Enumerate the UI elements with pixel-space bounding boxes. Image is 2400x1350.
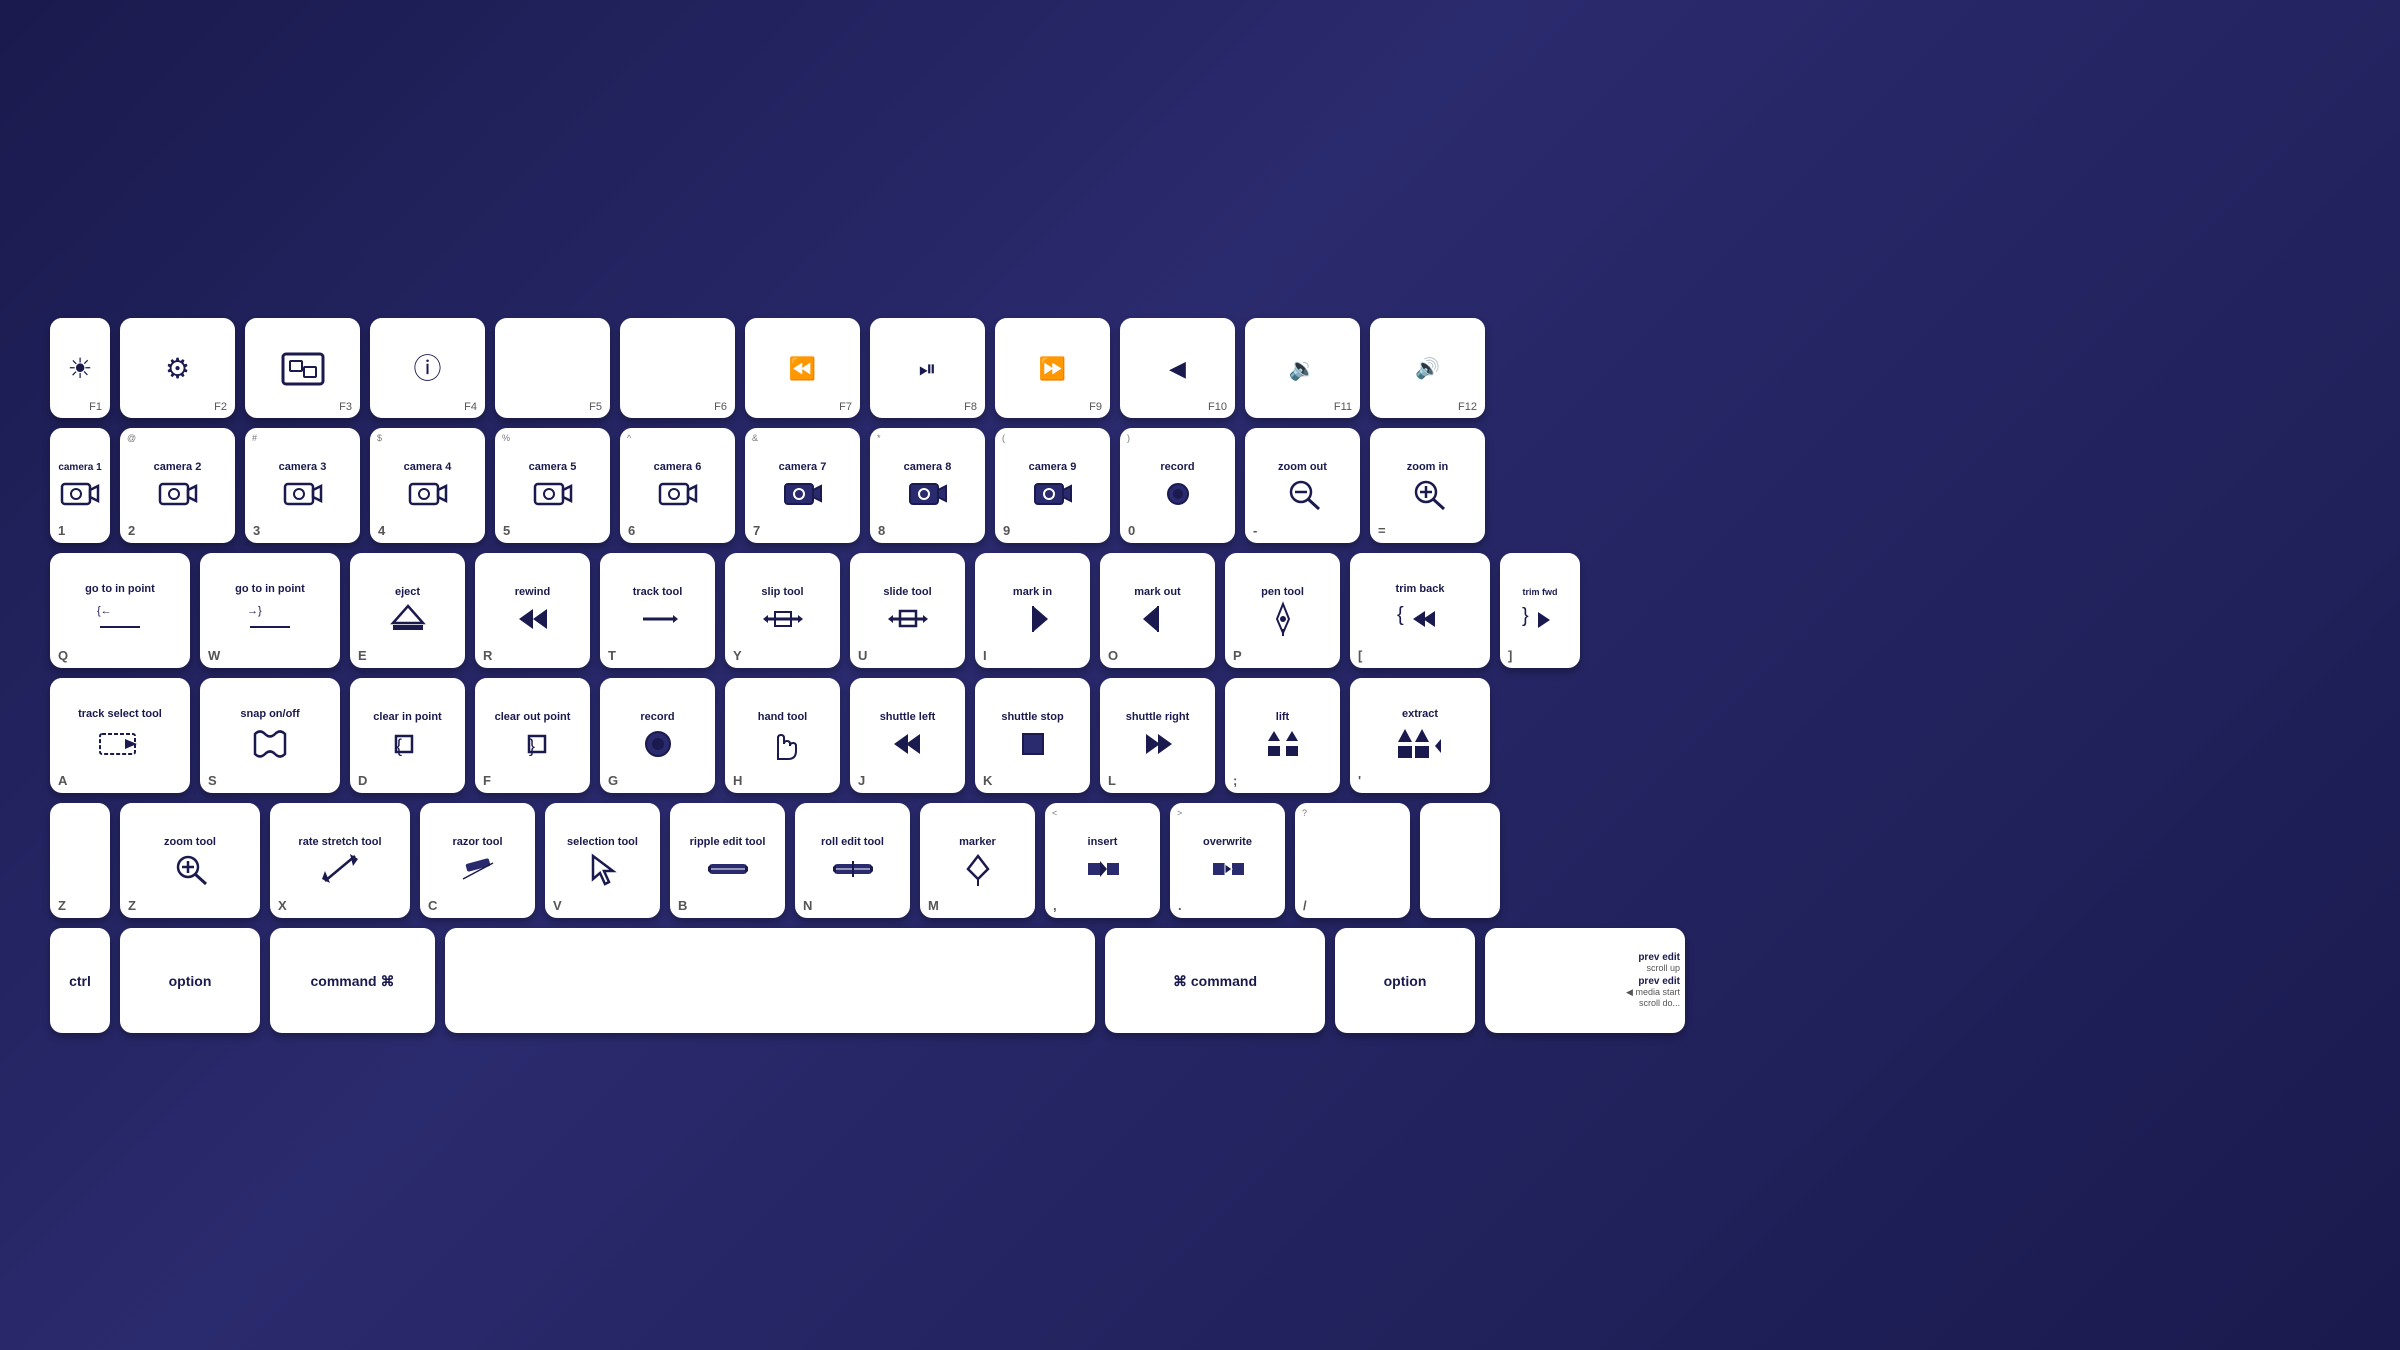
key-cam6[interactable]: ^ camera 6 6 <box>620 428 735 543</box>
key-r-rewind[interactable]: rewind R <box>475 553 590 668</box>
key-s-snap[interactable]: snap on/off S <box>200 678 340 793</box>
key-z-blank[interactable]: Z <box>50 803 110 918</box>
key-j-shuttleleft[interactable]: shuttle left J <box>850 678 965 793</box>
key-prevedit[interactable]: prev edit scroll up prev edit ◀ media st… <box>1485 928 1685 1033</box>
key-f7[interactable]: ⏪ F7 <box>745 318 860 418</box>
key-v-selection[interactable]: selection tool V <box>545 803 660 918</box>
key-f-clearout[interactable]: clear out point } F <box>475 678 590 793</box>
key-g-record[interactable]: record G <box>600 678 715 793</box>
key-quote-extract[interactable]: extract ' <box>1350 678 1490 793</box>
key-cam4[interactable]: $ camera 4 4 <box>370 428 485 543</box>
key-b-ripple[interactable]: ripple edit tool B <box>670 803 785 918</box>
key-cam1[interactable]: camera 1 1 <box>50 428 110 543</box>
key-f4[interactable]: ⓘ F4 <box>370 318 485 418</box>
key-cam7[interactable]: & camera 7 7 <box>745 428 860 543</box>
key-p-pen[interactable]: pen tool P <box>1225 553 1340 668</box>
key-i-markin[interactable]: mark in I <box>975 553 1090 668</box>
key-y-slip[interactable]: slip tool Y <box>725 553 840 668</box>
key-f12[interactable]: 🔊 F12 <box>1370 318 1485 418</box>
asdf-row: track select tool A snap on/off S clear … <box>50 678 2350 793</box>
key-z-zoom[interactable]: zoom tool Z <box>120 803 260 918</box>
key-d-clearin[interactable]: clear in point { D <box>350 678 465 793</box>
svg-text:}: } <box>1522 605 1529 627</box>
key-blank-right[interactable] <box>1420 803 1500 918</box>
key-cam9[interactable]: ( camera 9 9 <box>995 428 1110 543</box>
key-f2[interactable]: ⚙ F2 <box>120 318 235 418</box>
svg-text:→}: →} <box>247 605 262 617</box>
key-cam3[interactable]: # camera 3 3 <box>245 428 360 543</box>
key-o-markout[interactable]: mark out O <box>1100 553 1215 668</box>
key-a-tracksel[interactable]: track select tool A <box>50 678 190 793</box>
key-x-ratestretch[interactable]: rate stretch tool X <box>270 803 410 918</box>
fn-row: ☀ F1 ⚙ F2 F3 ⓘ F4 F5 F6 ⏪ F7 ⏯ F8 ⏩ <box>50 318 2350 418</box>
key-m-marker[interactable]: marker M <box>920 803 1035 918</box>
key-bracket-trimback[interactable]: trim back { [ <box>1350 553 1490 668</box>
key-f1-partial[interactable]: ☀ F1 <box>50 318 110 418</box>
key-f5[interactable]: F5 <box>495 318 610 418</box>
key-h-hand[interactable]: hand tool H <box>725 678 840 793</box>
key-f10[interactable]: ◀ F10 <box>1120 318 1235 418</box>
key-f6[interactable]: F6 <box>620 318 735 418</box>
key-k-shuttlestop[interactable]: shuttle stop K <box>975 678 1090 793</box>
key-spacebar[interactable] <box>445 928 1095 1033</box>
key-zoom-in[interactable]: zoom in = <box>1370 428 1485 543</box>
key-cam8[interactable]: * camera 8 8 <box>870 428 985 543</box>
num-row: camera 1 1 @ camera 2 2 # camera 3 3 $ c… <box>50 428 2350 543</box>
keyboard-layout: ☀ F1 ⚙ F2 F3 ⓘ F4 F5 F6 ⏪ F7 ⏯ F8 ⏩ <box>10 278 2390 1073</box>
key-period-overwrite[interactable]: overwrite . > <box>1170 803 1285 918</box>
key-zoom-out[interactable]: zoom out - <box>1245 428 1360 543</box>
svg-text:{: { <box>1397 604 1404 626</box>
key-f9[interactable]: ⏩ F9 <box>995 318 1110 418</box>
key-l-shuttleright[interactable]: shuttle right L <box>1100 678 1215 793</box>
key-n-rolledit[interactable]: roll edit tool N <box>795 803 910 918</box>
key-f3[interactable]: F3 <box>245 318 360 418</box>
key-cam5[interactable]: % camera 5 5 <box>495 428 610 543</box>
key-t-track[interactable]: track tool T <box>600 553 715 668</box>
key-semi-lift[interactable]: lift ; <box>1225 678 1340 793</box>
key-record[interactable]: ) record 0 <box>1120 428 1235 543</box>
key-q-gotoin[interactable]: go to in point {← Q <box>50 553 190 668</box>
key-command-right[interactable]: ⌘ command <box>1105 928 1325 1033</box>
zxcv-row: Z zoom tool Z rate stretch tool X razor … <box>50 803 2350 918</box>
key-f8[interactable]: ⏯ F8 <box>870 318 985 418</box>
qwerty-row: go to in point {← Q go to in point →} W … <box>50 553 2350 668</box>
key-slash[interactable]: / ? <box>1295 803 1410 918</box>
svg-text:{←: {← <box>97 605 112 617</box>
key-option-left[interactable]: option <box>120 928 260 1033</box>
key-bracket2-trimfwd[interactable]: trim fwd } ] <box>1500 553 1580 668</box>
key-c-razor[interactable]: razor tool C <box>420 803 535 918</box>
svg-text:}: } <box>529 736 535 756</box>
key-f11[interactable]: 🔉 F11 <box>1245 318 1360 418</box>
key-command-left[interactable]: command ⌘ <box>270 928 435 1033</box>
key-cam2[interactable]: @ camera 2 2 <box>120 428 235 543</box>
key-option-right[interactable]: option <box>1335 928 1475 1033</box>
key-ctrl[interactable]: ctrl <box>50 928 110 1033</box>
key-u-slide[interactable]: slide tool U <box>850 553 965 668</box>
key-w-gotoin2[interactable]: go to in point →} W <box>200 553 340 668</box>
modifier-row: ctrl option command ⌘ ⌘ command option p… <box>50 928 2350 1033</box>
key-comma-insert[interactable]: insert , < <box>1045 803 1160 918</box>
svg-text:{: { <box>396 736 402 756</box>
key-e-eject[interactable]: eject E <box>350 553 465 668</box>
